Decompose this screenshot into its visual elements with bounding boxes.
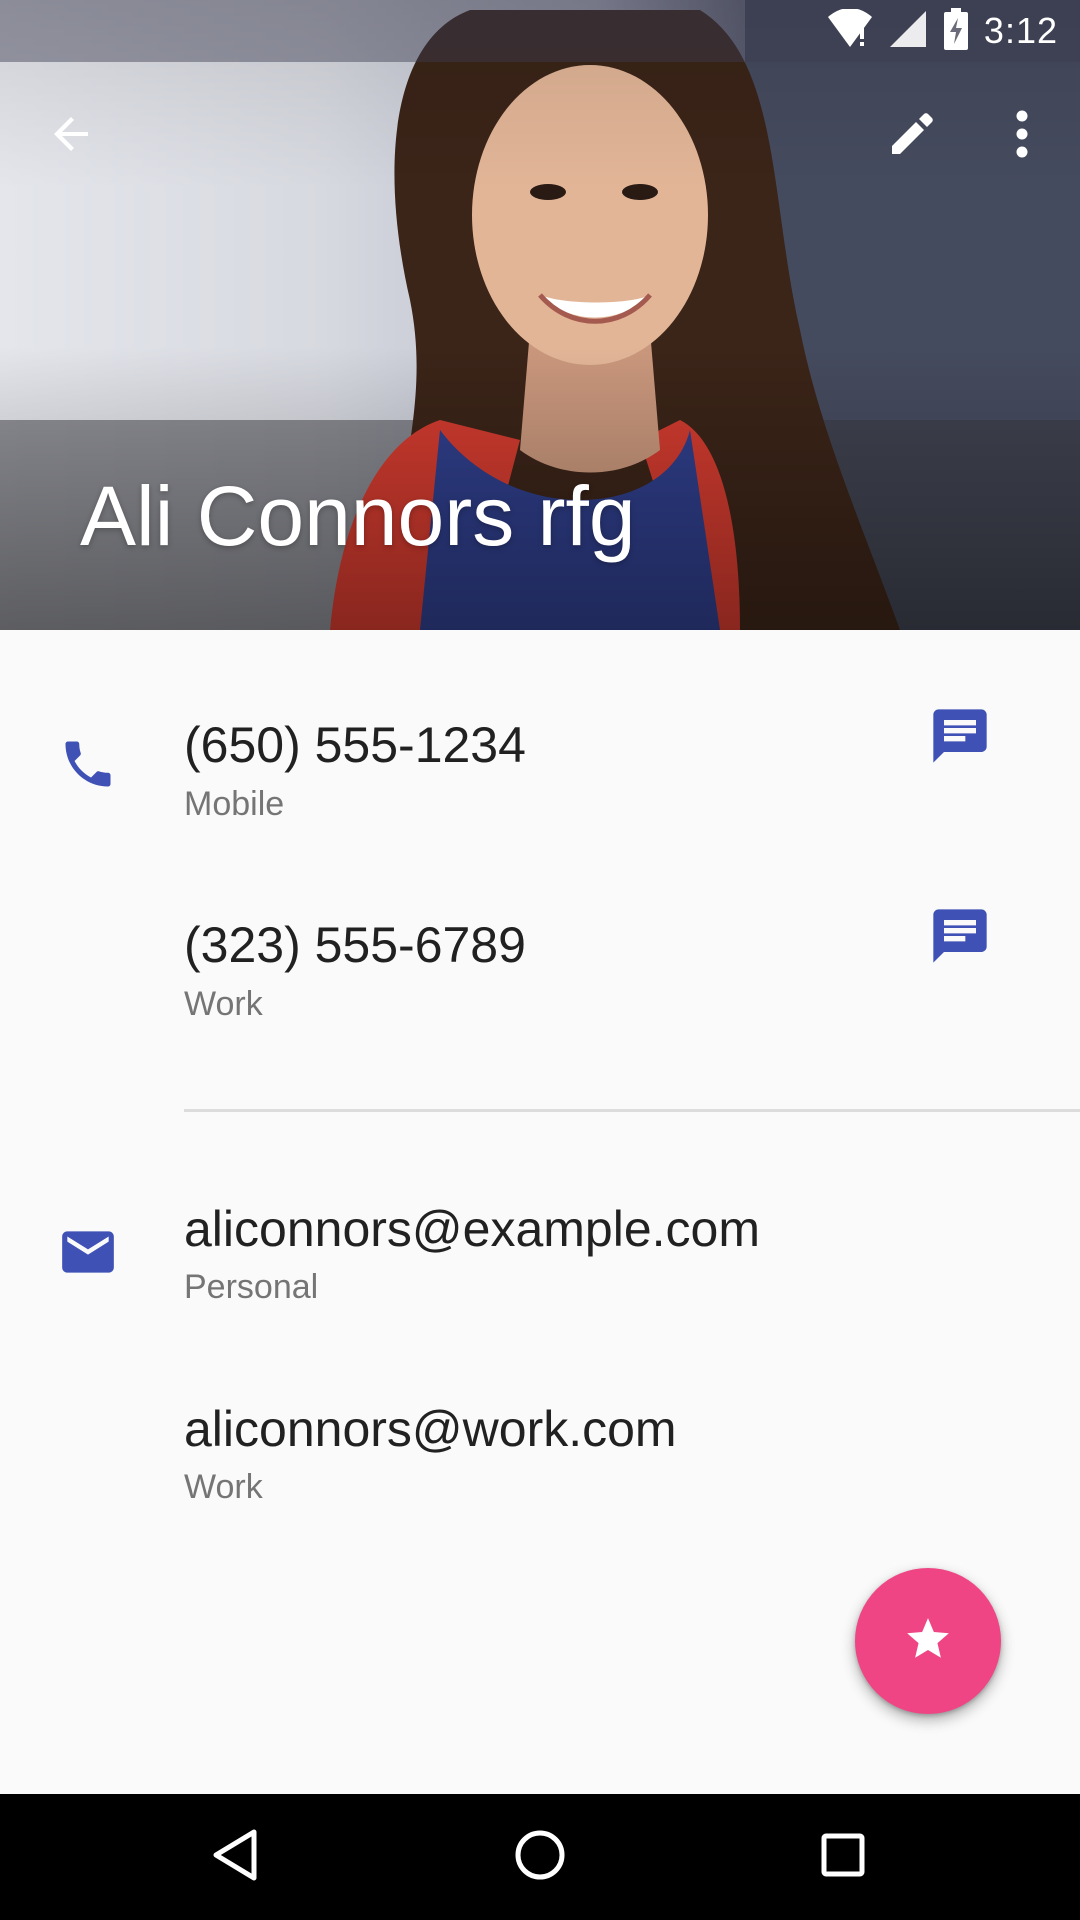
phone-number: (323) 555-6789 xyxy=(184,917,526,973)
nav-recents-icon xyxy=(819,1831,867,1884)
email-icon xyxy=(52,1216,124,1288)
phone-row[interactable]: (323) 555-6789 Work xyxy=(0,890,1080,1050)
section-divider xyxy=(184,1109,1080,1112)
phone-type: Mobile xyxy=(184,785,285,823)
nav-recents-button[interactable] xyxy=(788,1812,898,1902)
send-message-button[interactable] xyxy=(912,690,1008,786)
email-address: aliconnors@example.com xyxy=(184,1201,761,1257)
phone-number: (650) 555-1234 xyxy=(184,717,526,773)
nav-home-icon xyxy=(513,1828,567,1887)
message-icon xyxy=(928,704,992,773)
email-type: Work xyxy=(184,1468,263,1506)
phone-type: Work xyxy=(184,985,263,1023)
wifi-icon xyxy=(826,7,874,54)
email-row[interactable]: aliconnors@work.com Work xyxy=(0,1372,1080,1532)
back-button[interactable] xyxy=(24,88,120,184)
star-icon xyxy=(903,1614,953,1669)
message-icon xyxy=(928,904,992,973)
contact-name: Ali Connors rfg xyxy=(80,469,636,563)
battery-charging-icon xyxy=(942,7,970,55)
favorite-fab-button[interactable] xyxy=(855,1568,1001,1714)
contact-header-photo: 3:12 Ali Connors rfg xyxy=(0,0,1080,630)
nav-back-button[interactable] xyxy=(180,1812,290,1902)
email-row[interactable]: aliconnors@example.com Personal xyxy=(0,1172,1080,1332)
more-vert-icon xyxy=(1012,108,1032,165)
signal-icon xyxy=(888,9,928,54)
email-address: aliconnors@work.com xyxy=(184,1401,677,1457)
status-bar: 3:12 xyxy=(0,0,1080,62)
send-message-button[interactable] xyxy=(912,890,1008,986)
arrow-back-icon xyxy=(48,110,96,163)
pencil-icon xyxy=(886,108,938,165)
nav-back-icon xyxy=(210,1828,260,1887)
more-options-button[interactable] xyxy=(974,88,1070,184)
system-navigation-bar xyxy=(0,1794,1080,1920)
nav-home-button[interactable] xyxy=(485,1812,595,1902)
edit-button[interactable] xyxy=(864,88,960,184)
phone-icon xyxy=(52,728,124,800)
email-type: Personal xyxy=(184,1268,319,1306)
phone-row[interactable]: (650) 555-1234 Mobile xyxy=(0,690,1080,850)
status-time: 3:12 xyxy=(983,10,1058,51)
